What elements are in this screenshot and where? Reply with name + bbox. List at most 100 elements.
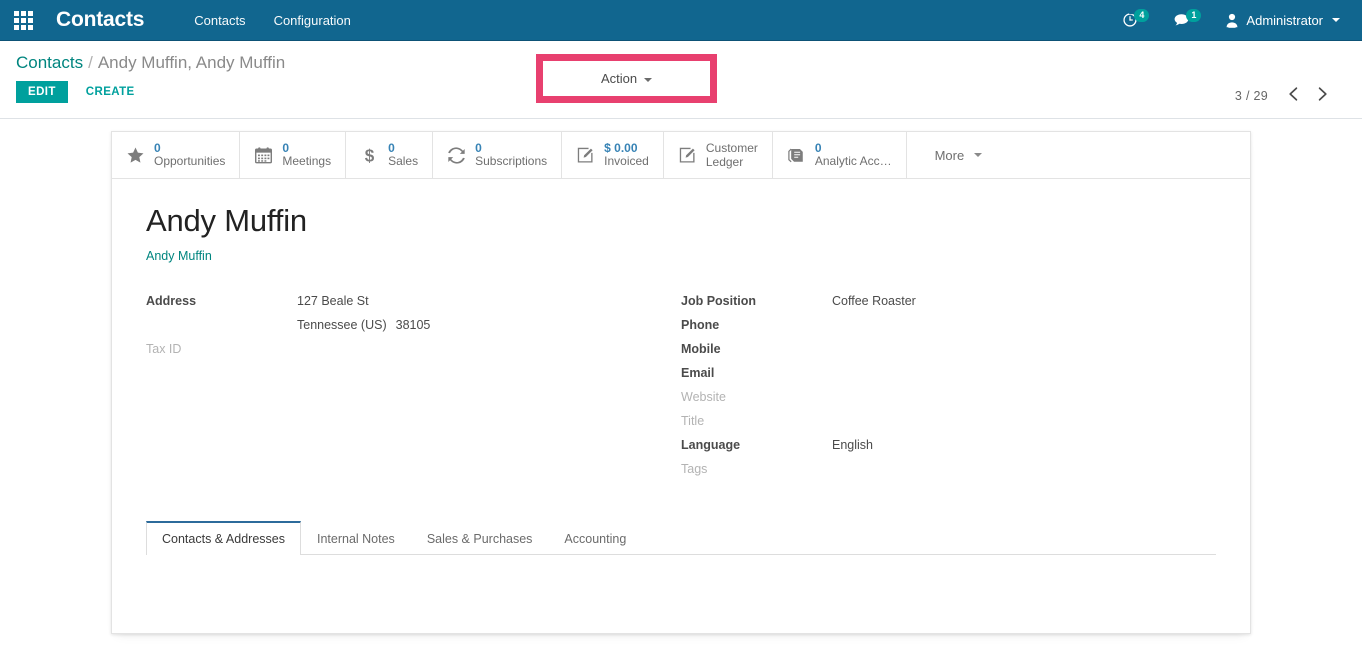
phone-label: Phone: [681, 318, 720, 332]
record-title: Andy Muffin: [146, 203, 307, 238]
edit-button[interactable]: EDIT: [16, 81, 68, 103]
tab-contacts-and-addresses[interactable]: Contacts & Addresses: [146, 521, 301, 555]
breadcrumb-current: Andy Muffin, Andy Muffin: [97, 53, 286, 72]
apps-menu-button[interactable]: [0, 0, 46, 41]
stat-label-line2: Ledger: [705, 155, 744, 169]
caret-down-icon: [974, 153, 983, 157]
systray: 4 1 Administrator: [1110, 0, 1362, 41]
pager-counter: 3 / 29: [1234, 88, 1268, 103]
stat-button-more[interactable]: More: [907, 132, 1011, 178]
field-row-tags: Tags: [681, 457, 1215, 481]
stat-button-analytic-accounts[interactable]: 0 Analytic Acc…: [773, 132, 907, 178]
address-zip: 38105: [395, 318, 431, 332]
job-position-label: Job Position: [681, 294, 756, 308]
field-column-left: Address 127 Beale St Tennessee (US) 38105…: [146, 289, 680, 481]
calendar-icon: [254, 146, 273, 165]
stat-label-line1: Customer: [705, 141, 758, 155]
control-panel-buttons: EDIT CREATE Action 3 / 29: [16, 54, 1346, 103]
svg-text:$: $: [365, 146, 375, 165]
job-position-value[interactable]: Coffee Roaster: [832, 289, 916, 313]
stat-text: Customer Ledger: [706, 141, 758, 169]
stat-text: 0 Sales: [388, 142, 418, 168]
chevron-left-icon: [1288, 86, 1299, 105]
language-label: Language: [681, 438, 741, 452]
field-row-mobile: Mobile: [681, 337, 1215, 361]
user-menu-label: Administrator: [1246, 12, 1323, 28]
nav-item-configuration[interactable]: Configuration: [260, 0, 365, 41]
chevron-right-icon: [1317, 86, 1328, 105]
stat-label: Sales: [388, 154, 419, 168]
tab-accounting[interactable]: Accounting: [548, 521, 642, 555]
pager-previous-button[interactable]: [1280, 83, 1307, 108]
stat-button-opportunities[interactable]: 0 Opportunities: [112, 132, 241, 178]
nav-item-contacts[interactable]: Contacts: [180, 0, 259, 41]
field-row-address: Address 127 Beale St Tennessee (US) 38105: [146, 289, 680, 337]
action-menu-label: Action: [601, 71, 638, 86]
caret-down-icon: [644, 77, 653, 82]
stat-label: Invoiced: [604, 154, 649, 168]
field-row-language: Language English: [681, 433, 1215, 457]
stat-button-customer-ledger[interactable]: Customer Ledger: [664, 132, 773, 178]
navbar-menu: Contacts Configuration: [180, 0, 365, 41]
action-menu-button[interactable]: Action: [543, 61, 711, 96]
address-city-line: Tennessee (US) 38105: [297, 313, 430, 337]
language-value[interactable]: English: [832, 433, 873, 457]
pager-next-button[interactable]: [1309, 83, 1336, 108]
mobile-label: Mobile: [681, 342, 721, 356]
tags-label: Tags: [681, 462, 708, 476]
notebook-page-contacts-and-addresses: [146, 555, 1216, 633]
user-avatar-icon: [1225, 13, 1239, 28]
stat-label: Subscriptions: [475, 154, 548, 168]
address-state: Tennessee (US): [297, 318, 387, 332]
stat-text: 0 Opportunities: [154, 142, 225, 168]
book-icon: [787, 146, 806, 165]
chevron-down-icon: [1332, 18, 1340, 22]
breadcrumb-root[interactable]: Contacts: [16, 53, 83, 72]
stat-label: Meetings: [282, 154, 332, 168]
parent-company-link[interactable]: Andy Muffin: [146, 249, 212, 263]
field-row-title: Title: [681, 409, 1215, 433]
field-column-right: Job Position Coffee Roaster Phone Mobile…: [681, 289, 1215, 481]
website-label: Website: [681, 390, 726, 404]
title-label: Title: [681, 414, 705, 428]
top-navbar: Contacts Contacts Configuration 4 1 Admi…: [0, 0, 1362, 41]
stat-label: Analytic Acc…: [814, 154, 892, 168]
field-row-email: Email: [681, 361, 1215, 385]
action-menu-highlight: Action: [536, 54, 718, 103]
tab-sales-and-purchases[interactable]: Sales & Purchases: [411, 521, 549, 555]
stat-text: $ 0.00 Invoiced: [604, 142, 649, 168]
control-panel: Contacts / Andy Muffin, Andy Muffin EDIT C…: [0, 41, 1362, 119]
stat-more-label: More: [934, 147, 965, 163]
stat-button-subscriptions[interactable]: 0 Subscriptions: [433, 132, 563, 178]
record-sheet: 0 Opportunities 0 Meetings $ 0 Sales 0 S…: [111, 131, 1251, 634]
stat-button-meetings[interactable]: 0 Meetings: [240, 132, 347, 178]
notebook-tab-list: Contacts & Addresses Internal Notes Sale…: [146, 521, 1216, 555]
user-menu-button[interactable]: Administrator: [1213, 0, 1350, 41]
pencil-square-icon: [576, 146, 595, 165]
address-value[interactable]: 127 Beale St Tennessee (US) 38105: [297, 289, 430, 337]
dollar-icon: $: [360, 146, 379, 165]
pager: 3 / 29: [1225, 83, 1336, 108]
stat-row-spacer: [1010, 132, 1250, 178]
record-body: Andy Muffin Andy Muffin Address 127 Beal…: [112, 179, 1250, 481]
messaging-menu-button[interactable]: 1: [1161, 0, 1213, 41]
stat-text: 0 Meetings: [282, 142, 331, 168]
stat-button-invoiced[interactable]: $ 0.00 Invoiced: [562, 132, 664, 178]
tax-id-label: Tax ID: [146, 342, 182, 356]
breadcrumb-separator: /: [88, 53, 93, 72]
field-row-tax-id: Tax ID: [146, 337, 680, 361]
notebook: Contacts & Addresses Internal Notes Sale…: [146, 521, 1216, 633]
stat-button-sales[interactable]: $ 0 Sales: [346, 132, 434, 178]
messaging-count-badge: 1: [1186, 8, 1202, 22]
app-brand-title[interactable]: Contacts: [56, 8, 144, 32]
create-button[interactable]: CREATE: [74, 81, 147, 103]
field-columns: Address 127 Beale St Tennessee (US) 38105…: [146, 289, 1216, 481]
stat-text: 0 Subscriptions: [475, 142, 547, 168]
tab-internal-notes[interactable]: Internal Notes: [301, 521, 411, 555]
stat-text: 0 Analytic Acc…: [815, 142, 892, 168]
star-icon: [126, 146, 145, 165]
activity-menu-button[interactable]: 4: [1110, 0, 1161, 41]
pencil-square-icon: [678, 146, 697, 165]
stat-button-box: 0 Opportunities 0 Meetings $ 0 Sales 0 S…: [112, 132, 1250, 179]
address-label: Address: [146, 294, 197, 308]
